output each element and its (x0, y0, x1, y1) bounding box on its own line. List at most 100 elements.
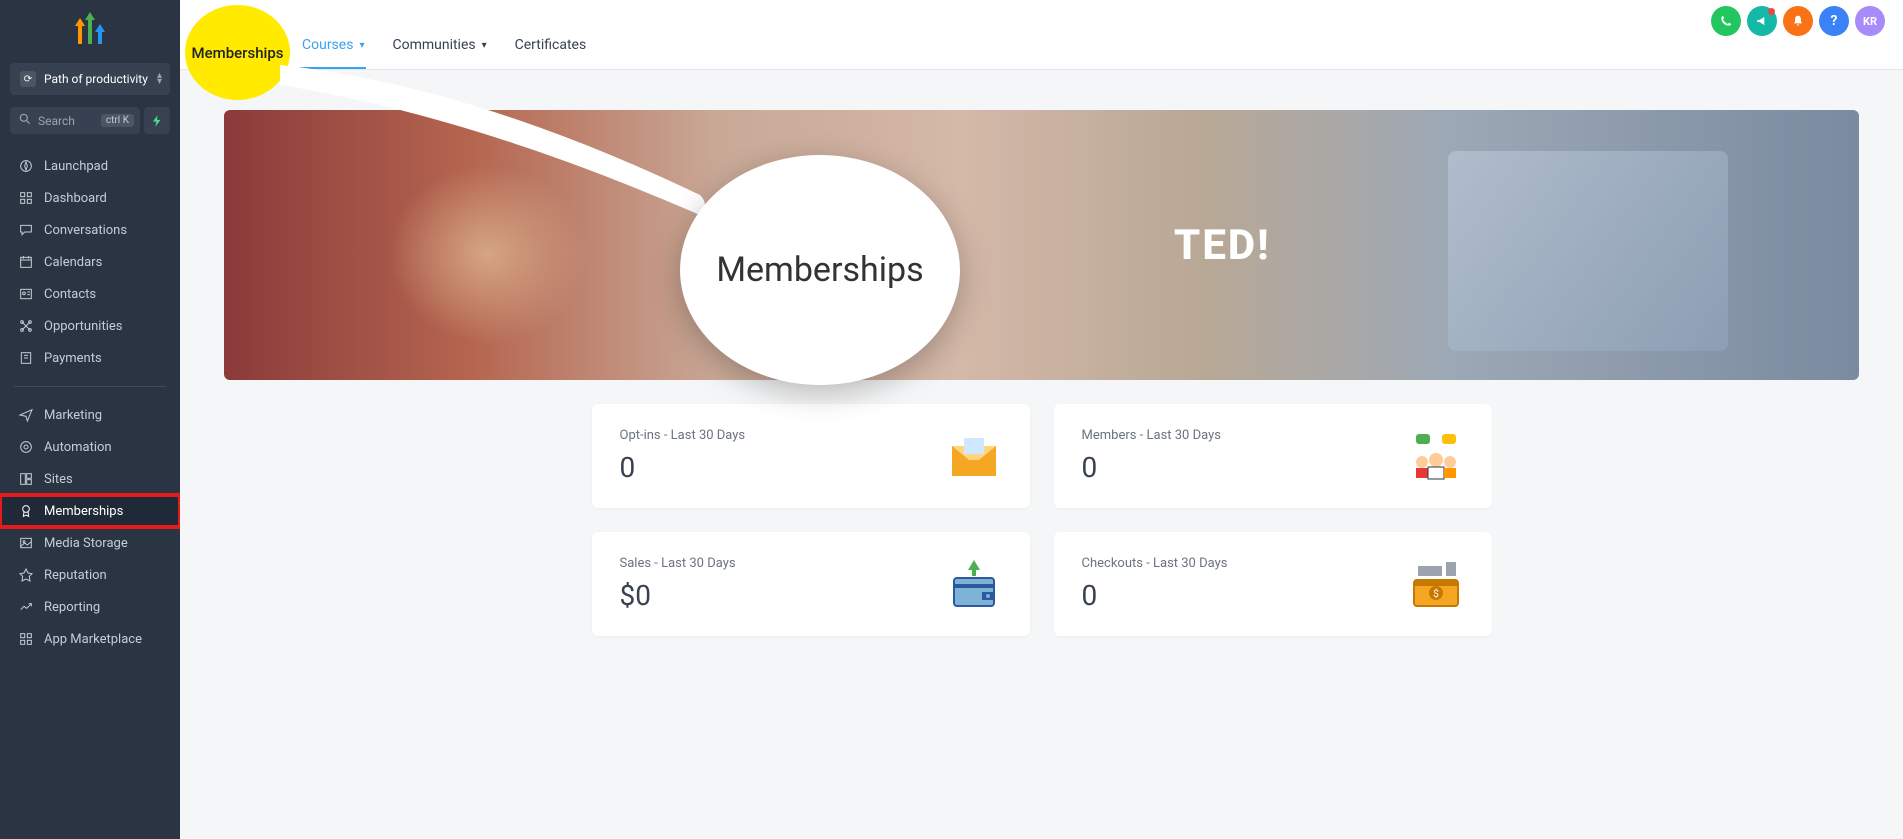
tab-communities[interactable]: Communities ▾ (390, 23, 488, 69)
card-sales: Sales - Last 30 Days $0 (592, 532, 1030, 636)
badge-icon (18, 503, 34, 519)
sidebar: ⟳ Path of productivity ▴▾ Search ctrl K … (0, 0, 180, 839)
register-icon: $ (1408, 556, 1464, 612)
sidebar-item-automation[interactable]: Automation (0, 431, 180, 463)
card-value: 0 (620, 451, 746, 484)
sidebar-item-contacts[interactable]: Contacts (0, 278, 180, 310)
tab-label: Certificates (515, 37, 587, 53)
svg-text:$: $ (1433, 587, 1439, 600)
annotation-callout: Memberships (680, 155, 960, 385)
sites-icon (18, 471, 34, 487)
card-optins: Opt-ins - Last 30 Days 0 (592, 404, 1030, 508)
chevron-down-icon: ▾ (482, 40, 487, 51)
hero-banner: L ET'S GET STAR TED! (224, 110, 1859, 380)
search-input[interactable]: Search ctrl K (10, 107, 140, 134)
workspace-name: Path of productivity (44, 72, 148, 86)
nav-group-1: Launchpad Dashboard Conversations Calend… (0, 144, 180, 380)
sidebar-item-marketing[interactable]: Marketing (0, 399, 180, 431)
content-area: L ET'S GET STAR TED! Opt-ins - Last 30 D… (180, 70, 1903, 839)
tab-label: Communities (392, 37, 475, 53)
sidebar-item-memberships[interactable]: Memberships (0, 495, 180, 527)
sidebar-item-label: Memberships (44, 504, 123, 519)
nav-group-2: Marketing Automation Sites Memberships M… (0, 393, 180, 661)
search-placeholder: Search (38, 114, 75, 128)
search-shortcut: ctrl K (101, 114, 134, 127)
sidebar-item-label: Payments (44, 351, 102, 366)
star-icon (18, 567, 34, 583)
apps-icon (18, 631, 34, 647)
id-icon (18, 286, 34, 302)
sidebar-item-label: Contacts (44, 287, 96, 302)
tab-label: Courses (302, 37, 353, 53)
image-icon (18, 535, 34, 551)
chevron-down-icon: ▾ (359, 40, 364, 51)
tab-courses[interactable]: Courses ▾ (300, 23, 366, 69)
sidebar-item-opportunities[interactable]: Opportunities (0, 310, 180, 342)
chat-icon (18, 222, 34, 238)
sidebar-item-label: Reporting (44, 600, 100, 615)
automation-icon (18, 439, 34, 455)
workspace-selector[interactable]: ⟳ Path of productivity ▴▾ (10, 63, 170, 95)
sidebar-item-reputation[interactable]: Reputation (0, 559, 180, 591)
sidebar-item-launchpad[interactable]: Launchpad (0, 150, 180, 182)
sidebar-item-dashboard[interactable]: Dashboard (0, 182, 180, 214)
card-label: Sales - Last 30 Days (620, 556, 736, 571)
send-icon (18, 407, 34, 423)
grid-icon (18, 190, 34, 206)
card-value: 0 (1082, 579, 1228, 612)
sidebar-item-label: Calendars (44, 255, 102, 270)
nav-divider (14, 386, 166, 387)
sidebar-item-label: App Marketplace (44, 632, 142, 647)
calendar-icon (18, 254, 34, 270)
announce-button[interactable] (1747, 6, 1777, 36)
help-button[interactable]: ? (1819, 6, 1849, 36)
phone-button[interactable] (1711, 6, 1741, 36)
workspace-icon: ⟳ (20, 71, 36, 87)
sidebar-item-label: Launchpad (44, 159, 108, 174)
annotation-highlight: Memberships (185, 5, 290, 100)
avatar-button[interactable]: KR (1855, 6, 1885, 36)
rocket-icon (18, 158, 34, 174)
card-label: Checkouts - Last 30 Days (1082, 556, 1228, 571)
card-checkouts: Checkouts - Last 30 Days 0 $ (1054, 532, 1492, 636)
trend-icon (18, 599, 34, 615)
card-value: 0 (1082, 451, 1221, 484)
search-icon (18, 112, 32, 129)
chevron-updown-icon: ▴▾ (157, 73, 162, 85)
card-label: Opt-ins - Last 30 Days (620, 428, 746, 443)
sidebar-item-label: Sites (44, 472, 73, 487)
sidebar-item-sites[interactable]: Sites (0, 463, 180, 495)
envelope-icon (946, 428, 1002, 484)
logo (0, 0, 180, 55)
payments-icon (18, 350, 34, 366)
sidebar-item-label: Reputation (44, 568, 107, 583)
sidebar-item-reporting[interactable]: Reporting (0, 591, 180, 623)
sidebar-item-media-storage[interactable]: Media Storage (0, 527, 180, 559)
bell-button[interactable] (1783, 6, 1813, 36)
topbar: Courses ▾ Communities ▾ Certificates (180, 0, 1903, 70)
top-icons: ? KR (1711, 6, 1885, 36)
sidebar-item-label: Conversations (44, 223, 127, 238)
sidebar-item-label: Automation (44, 440, 112, 455)
highlight-text: Memberships (191, 44, 283, 62)
sidebar-item-label: Dashboard (44, 191, 107, 206)
sidebar-item-payments[interactable]: Payments (0, 342, 180, 374)
card-members: Members - Last 30 Days 0 (1054, 404, 1492, 508)
card-label: Members - Last 30 Days (1082, 428, 1221, 443)
opportunities-icon (18, 318, 34, 334)
sidebar-item-app-marketplace[interactable]: App Marketplace (0, 623, 180, 655)
avatar-initials: KR (1863, 15, 1877, 28)
card-value: $0 (620, 579, 736, 612)
sidebar-item-calendars[interactable]: Calendars (0, 246, 180, 278)
people-icon (1408, 428, 1464, 484)
bolt-button[interactable] (144, 107, 170, 134)
sidebar-item-conversations[interactable]: Conversations (0, 214, 180, 246)
sidebar-item-label: Media Storage (44, 536, 128, 551)
tab-certificates[interactable]: Certificates (513, 23, 589, 69)
sidebar-item-label: Opportunities (44, 319, 122, 334)
callout-text: Memberships (716, 250, 923, 290)
sidebar-item-label: Marketing (44, 408, 102, 423)
main-content: Courses ▾ Communities ▾ Certificates (180, 0, 1903, 839)
stats-cards: Opt-ins - Last 30 Days 0 Members - Last … (592, 404, 1492, 636)
wallet-icon (946, 556, 1002, 612)
